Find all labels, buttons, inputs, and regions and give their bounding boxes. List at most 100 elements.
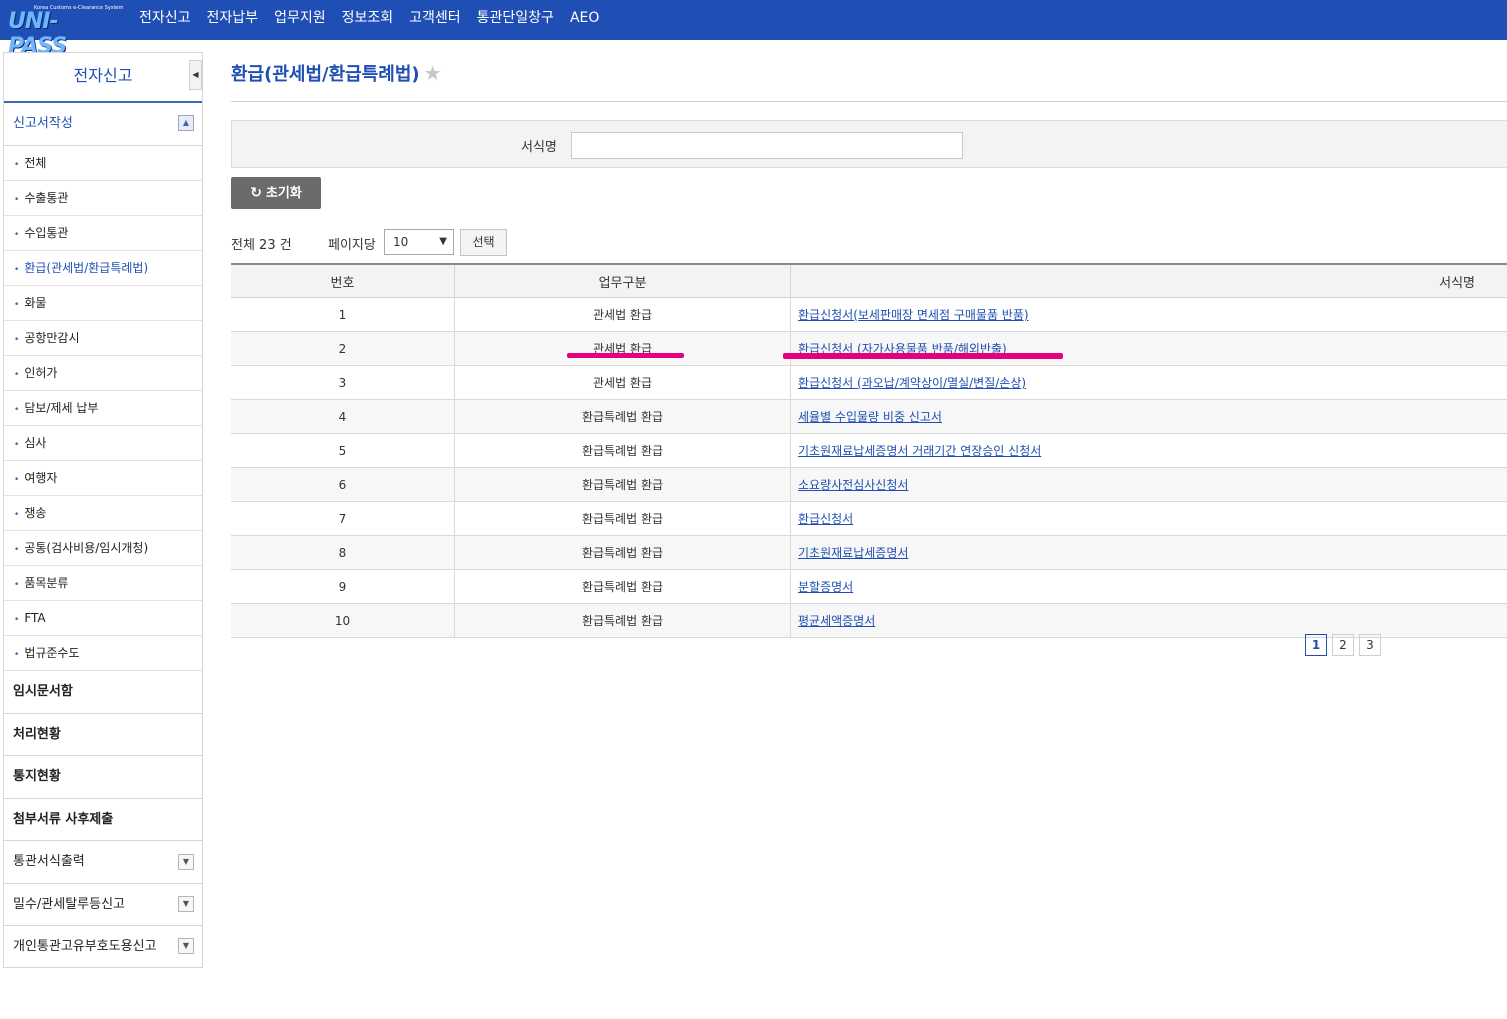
highlight-mark-category (567, 353, 684, 358)
chevron-up-icon[interactable]: ▲ (178, 115, 194, 131)
form-link[interactable]: 기초원재료납세증명서 (798, 546, 908, 560)
sidebar-item-temp-docs[interactable]: 임시문서함 (4, 671, 202, 714)
column-header-number[interactable]: 번호 (231, 263, 455, 298)
table-row: 8 환급특례법 환급 기초원재료납세증명서 (231, 535, 1507, 570)
table-row: 1 관세법 환급 환급신청서(보세판매장 면세점 구매물품 반품) (231, 297, 1507, 332)
sidebar-item-audit[interactable]: • 심사 (4, 426, 202, 461)
row-number: 6 (231, 467, 455, 502)
per-page-select[interactable]: 10 ▼ (384, 229, 454, 255)
sidebar-item-label: 공통(검사비용/임시개청) (24, 541, 149, 555)
per-page-value: 10 (393, 235, 409, 249)
bullet-icon: • (14, 475, 20, 485)
sidebar-item-import[interactable]: • 수입통관 (4, 216, 202, 251)
topnav-e-declaration[interactable]: 전자신고 (139, 0, 191, 40)
sidebar-item-export[interactable]: • 수출통관 (4, 181, 202, 216)
sidebar-item-notification-status[interactable]: 통지현황 (4, 756, 202, 799)
topnav-work-support[interactable]: 업무지원 (274, 0, 326, 40)
bullet-icon: • (14, 580, 20, 590)
sidebar-collapse-button[interactable]: ◀ (189, 60, 202, 90)
bullet-icon: • (14, 230, 20, 240)
sidebar: 전자신고 ◀ 신고서작성 ▲ • 전체 • 수출통관 • 수입통관 • 환급(관세법/환… (3, 52, 203, 968)
sidebar-item-form-print[interactable]: 통관서식출력 ▼ (4, 841, 202, 884)
sidebar-item-port-monitoring[interactable]: • 공항만감시 (4, 321, 202, 356)
topnav-info-lookup[interactable]: 정보조회 (342, 0, 394, 40)
form-link[interactable]: 소요량사전심사신청서 (798, 478, 908, 492)
column-header-form-name[interactable]: 서식명 (790, 263, 1507, 298)
sidebar-item-label: 밀수/관세탈루등신고 (13, 897, 126, 912)
sidebar-item-dispute[interactable]: • 쟁송 (4, 496, 202, 531)
form-link[interactable]: 기초원재료납세증명서 거래기간 연장승인 신청서 (798, 444, 1041, 458)
page-title: 환급(관세법/환급특례법) ★ (231, 60, 442, 86)
top-menu: 전자신고 전자납부 업무지원 정보조회 고객센터 통관단일창구 AEO (139, 0, 615, 40)
sidebar-item-smuggling-report[interactable]: 밀수/관세탈루등신고 ▼ (4, 884, 202, 926)
sidebar-item-fta[interactable]: • FTA (4, 601, 202, 636)
sidebar-item-label: 수출통관 (24, 191, 69, 205)
topnav-aeo[interactable]: AEO (570, 0, 599, 40)
star-icon[interactable]: ★ (424, 61, 442, 85)
page-button-2[interactable]: 2 (1332, 634, 1354, 656)
table-row: 7 환급특례법 환급 환급신청서 (231, 501, 1507, 536)
sidebar-item-label: 전체 (24, 156, 47, 170)
form-link[interactable]: 환급신청서 (과오납/계약상이/멸실/변질/손상) (798, 376, 1026, 390)
chevron-down-icon[interactable]: ▼ (178, 938, 194, 954)
row-form-cell: 환급신청서(보세판매장 면세점 구매물품 반품) (790, 297, 1507, 332)
row-number: 4 (231, 399, 455, 434)
row-number: 5 (231, 433, 455, 468)
sidebar-item-processing-status[interactable]: 처리현황 (4, 714, 202, 756)
sidebar-item-permits[interactable]: • 인허가 (4, 356, 202, 391)
sidebar-item-security-tax[interactable]: • 담보/제세 납부 (4, 391, 202, 426)
row-category: 관세법 환급 (454, 365, 791, 400)
sidebar-item-label: 통관서식출력 (13, 854, 85, 869)
sidebar-item-classification[interactable]: • 품목분류 (4, 566, 202, 601)
sidebar-item-personal-id-misuse[interactable]: 개인통관고유부호도용신고 ▼ (4, 926, 202, 968)
reset-button-label: 초기화 (265, 186, 302, 201)
sidebar-item-label: FTA (24, 611, 46, 625)
row-number: 2 (231, 331, 455, 366)
sidebar-item-common[interactable]: • 공통(검사비용/임시개청) (4, 531, 202, 566)
topnav-customer-center[interactable]: 고객센터 (409, 0, 461, 40)
chevron-down-icon[interactable]: ▼ (178, 854, 194, 870)
form-name-input[interactable] (571, 132, 963, 159)
page-button-3[interactable]: 3 (1359, 634, 1381, 656)
bullet-icon: • (14, 510, 20, 520)
bullet-icon: • (14, 650, 20, 660)
sidebar-item-all[interactable]: • 전체 (4, 146, 202, 181)
form-name-label: 서식명 (521, 140, 557, 155)
select-button[interactable]: 선택 (460, 229, 507, 256)
row-category: 환급특례법 환급 (454, 569, 791, 604)
column-header-category[interactable]: 업무구분 (454, 263, 791, 298)
form-link[interactable]: 평균세액증명서 (798, 614, 875, 628)
form-link[interactable]: 환급신청서 (798, 512, 853, 526)
row-category: 환급특례법 환급 (454, 501, 791, 536)
form-link[interactable]: 세율별 수입물량 비중 신고서 (798, 410, 942, 424)
sidebar-item-label: 쟁송 (24, 506, 47, 520)
form-link[interactable]: 환급신청서(보세판매장 면세점 구매물품 반품) (798, 308, 1029, 322)
row-form-cell: 세율별 수입물량 비중 신고서 (790, 399, 1507, 434)
row-category: 환급특례법 환급 (454, 399, 791, 434)
row-number: 8 (231, 535, 455, 570)
sidebar-item-compliance[interactable]: • 법규준수도 (4, 636, 202, 671)
search-panel: 서식명 (231, 120, 1507, 168)
form-table: 번호 업무구분 서식명 1 관세법 환급 환급신청서(보세판매장 면세점 구매물품 … (231, 263, 1507, 638)
bullet-icon: • (14, 335, 20, 345)
row-form-cell: 환급신청서 (과오납/계약상이/멸실/변질/손상) (790, 365, 1507, 400)
row-category: 환급특례법 환급 (454, 433, 791, 468)
sidebar-item-label: 품목분류 (24, 576, 69, 590)
topnav-e-payment[interactable]: 전자납부 (207, 0, 259, 40)
sidebar-section-form-writing[interactable]: 신고서작성 ▲ (4, 103, 202, 146)
table-header-row: 번호 업무구분 서식명 (231, 263, 1507, 298)
sidebar-item-traveler[interactable]: • 여행자 (4, 461, 202, 496)
reset-button[interactable]: ↻ 초기화 (231, 177, 321, 209)
bullet-icon: • (14, 440, 20, 450)
unipass-logo[interactable]: Korea Customs e-Clearance System UNI-PAS… (8, 3, 123, 59)
table-row: 6 환급특례법 환급 소요량사전심사신청서 (231, 467, 1507, 502)
sidebar-item-label: 여행자 (24, 471, 58, 485)
sidebar-item-post-submission[interactable]: 첨부서류 사후제출 (4, 799, 202, 841)
row-category: 관세법 환급 (454, 331, 791, 366)
page-button-1[interactable]: 1 (1305, 634, 1327, 656)
form-link[interactable]: 분할증명서 (798, 580, 853, 594)
chevron-down-icon[interactable]: ▼ (178, 896, 194, 912)
sidebar-item-cargo[interactable]: • 화물 (4, 286, 202, 321)
sidebar-item-refund[interactable]: • 환급(관세법/환급특례법) (4, 251, 202, 286)
topnav-single-window[interactable]: 통관단일창구 (477, 0, 554, 40)
